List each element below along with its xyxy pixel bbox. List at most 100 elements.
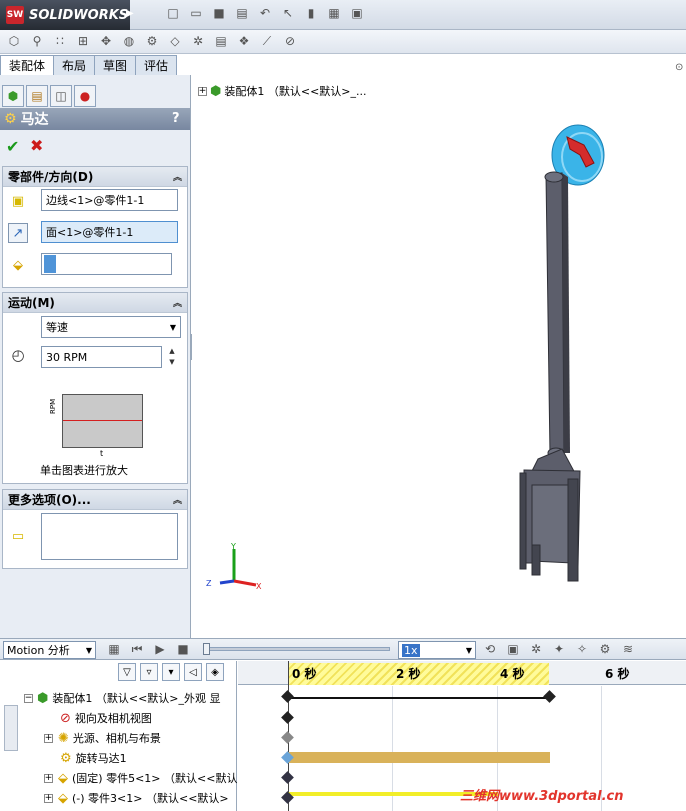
frame-leg-mid (531, 544, 541, 576)
motor-profile-graph[interactable] (62, 394, 143, 448)
move-component-icon[interactable]: ✥ (98, 33, 114, 49)
spring-tool-icon[interactable]: ≋ (620, 641, 636, 657)
filter-driving-icon[interactable]: ▾ (162, 663, 180, 681)
display-manager-tab-icon[interactable]: ● (74, 85, 96, 107)
select-arrow-icon[interactable]: ↖ (280, 5, 296, 21)
time-label-2: 2 秒 (396, 667, 421, 681)
open-folder-icon[interactable]: ▭ (188, 5, 204, 21)
tree-row-assembly[interactable]: − ⬢ 装配体1 （默认<<默认>_外观 显 (24, 688, 261, 708)
playback-controls: ▦ ⏮ ▶ ■ (106, 641, 191, 657)
expand-toggle-icon[interactable]: + (44, 773, 53, 783)
assembly-features-icon[interactable]: ⚙ (144, 33, 160, 49)
selection-indicator (44, 255, 56, 273)
undo-icon[interactable]: ↶ (257, 5, 273, 21)
dropdown-arrow-icon[interactable]: ▼ (466, 646, 472, 655)
group-header[interactable]: 运动(M) ︽ (3, 293, 187, 313)
reference-geometry-icon[interactable]: ◇ (167, 33, 183, 49)
ok-button[interactable]: ✔ (6, 137, 19, 156)
tab-evaluate[interactable]: 评估 (135, 55, 178, 75)
speed-input[interactable]: 30 RPM (41, 346, 162, 368)
play-icon[interactable]: ▶ (152, 641, 168, 657)
rebuild-icon[interactable]: ▮ (303, 5, 319, 21)
stop-icon[interactable]: ■ (175, 641, 191, 657)
cancel-button[interactable]: ✖ (30, 136, 43, 155)
logo-menu-arrow-icon[interactable]: ▶ (126, 8, 134, 19)
help-button[interactable]: ? (172, 111, 180, 126)
task-pane-toggle-icon[interactable]: ⊙ (675, 62, 683, 73)
motor-tool-icon[interactable]: ⚙ (597, 641, 613, 657)
motor-direction-field[interactable]: 面<1>@零件1-1 (41, 221, 178, 243)
new-doc-icon[interactable]: □ (165, 5, 181, 21)
collapse-chevron-icon[interactable]: ︽ (173, 493, 182, 506)
group-title: 更多选项(O)... (8, 493, 91, 507)
save-icon[interactable]: ■ (211, 5, 227, 21)
component-pattern-icon[interactable]: ∷ (52, 33, 68, 49)
playback-slider-thumb[interactable] (203, 643, 210, 655)
exploded-view-icon[interactable]: ❖ (236, 33, 252, 49)
group-header[interactable]: 更多选项(O)... ︽ (3, 490, 187, 510)
command-toolbar-icons: ⬡ ⚲ ∷ ⊞ ✥ ◍ ⚙ ◇ ✲ ▤ ❖ ⟋ ⊘ (6, 33, 298, 49)
animation-wizard-icon[interactable]: ✲ (528, 641, 544, 657)
graph-x-label: t (100, 449, 104, 458)
component-to-move-icon: ⬙ (13, 257, 23, 273)
filter-results-icon[interactable]: ◈ (206, 663, 224, 681)
collapse-chevron-icon[interactable]: ︽ (173, 296, 182, 309)
triad-x-axis (233, 579, 257, 587)
tab-assembly[interactable]: 装配体 (0, 55, 55, 75)
tree-label: 旋转马达1 (75, 752, 127, 765)
filter-icon[interactable]: ▽ (118, 663, 136, 681)
property-manager-tab-icon[interactable]: ▤ (26, 85, 48, 107)
options-icon[interactable]: ▣ (349, 5, 365, 21)
app-logo[interactable]: SW SOLIDWORKS (0, 0, 130, 30)
file-properties-icon[interactable]: ▦ (326, 5, 342, 21)
tree-label: (固定) 零件5<1> （默认<<默认 (72, 772, 238, 785)
triad-x-label: X (256, 582, 262, 591)
dropdown-arrow-icon[interactable]: ▼ (170, 323, 176, 332)
component-to-move-field[interactable] (41, 253, 172, 275)
expand-toggle-icon[interactable]: − (24, 693, 33, 703)
tab-sketch[interactable]: 草图 (94, 55, 137, 75)
interference-icon[interactable]: ⊘ (282, 33, 298, 49)
expand-toggle-icon[interactable]: + (44, 793, 53, 803)
insert-component-icon[interactable]: ⬡ (6, 33, 22, 49)
autokey-icon[interactable]: ✦ (551, 641, 567, 657)
playback-slider[interactable] (205, 647, 390, 651)
filter-selected-icon[interactable]: ◁ (184, 663, 202, 681)
show-hidden-icon[interactable]: ◍ (121, 33, 137, 49)
tree-scrollbar[interactable] (4, 705, 18, 751)
time-label-6: 6 秒 (605, 667, 630, 681)
dropdown-arrow-icon[interactable]: ▼ (86, 646, 92, 655)
group-title: 零部件/方向(D) (8, 170, 94, 184)
group-header[interactable]: 零部件/方向(D) ︽ (3, 167, 187, 187)
motor-time-bar[interactable] (288, 752, 550, 763)
collapse-chevron-icon[interactable]: ︽ (173, 170, 182, 183)
save-animation-icon[interactable]: ▣ (505, 641, 521, 657)
expand-toggle-icon[interactable]: + (44, 733, 53, 743)
add-key-icon[interactable]: ✧ (574, 641, 590, 657)
smart-fasteners-icon[interactable]: ⊞ (75, 33, 91, 49)
explode-line-icon[interactable]: ⟋ (259, 33, 275, 49)
play-from-start-icon[interactable]: ⏮ (129, 641, 145, 657)
load-bearing-faces-icon: ▭ (11, 528, 25, 544)
motion-type-select[interactable]: 等速 ▼ (41, 316, 181, 338)
print-icon[interactable]: ▤ (234, 5, 250, 21)
calculate-icon[interactable]: ▦ (106, 641, 122, 657)
reverse-direction-icon[interactable]: ↗ (8, 223, 28, 243)
motor-location-field[interactable]: 边线<1>@零件1-1 (41, 189, 178, 211)
assembly-model[interactable] (192, 75, 686, 638)
speed-spinner[interactable]: ▲ ▼ (166, 346, 178, 368)
watermark: 三维网www.3dportal.cn (460, 789, 624, 804)
configuration-manager-tab-icon[interactable]: ◫ (50, 85, 72, 107)
feature-manager-tab-icon[interactable]: ⬢ (2, 85, 24, 107)
playback-mode-icon[interactable]: ⟲ (482, 641, 498, 657)
tab-layout[interactable]: 布局 (53, 55, 96, 75)
tree-label: 装配体1 （默认<<默认>_外观 显 (52, 692, 221, 705)
playback-speed-select[interactable]: 1x ▼ (398, 641, 476, 659)
bill-of-materials-icon[interactable]: ▤ (213, 33, 229, 49)
mate-icon[interactable]: ⚲ (29, 33, 45, 49)
load-faces-list[interactable] (41, 513, 178, 560)
motor-icon: ⚙ (4, 111, 17, 127)
study-type-select[interactable]: Motion 分析 ▼ (3, 641, 96, 659)
filter-animated-icon[interactable]: ▿ (140, 663, 158, 681)
new-motion-study-icon[interactable]: ✲ (190, 33, 206, 49)
